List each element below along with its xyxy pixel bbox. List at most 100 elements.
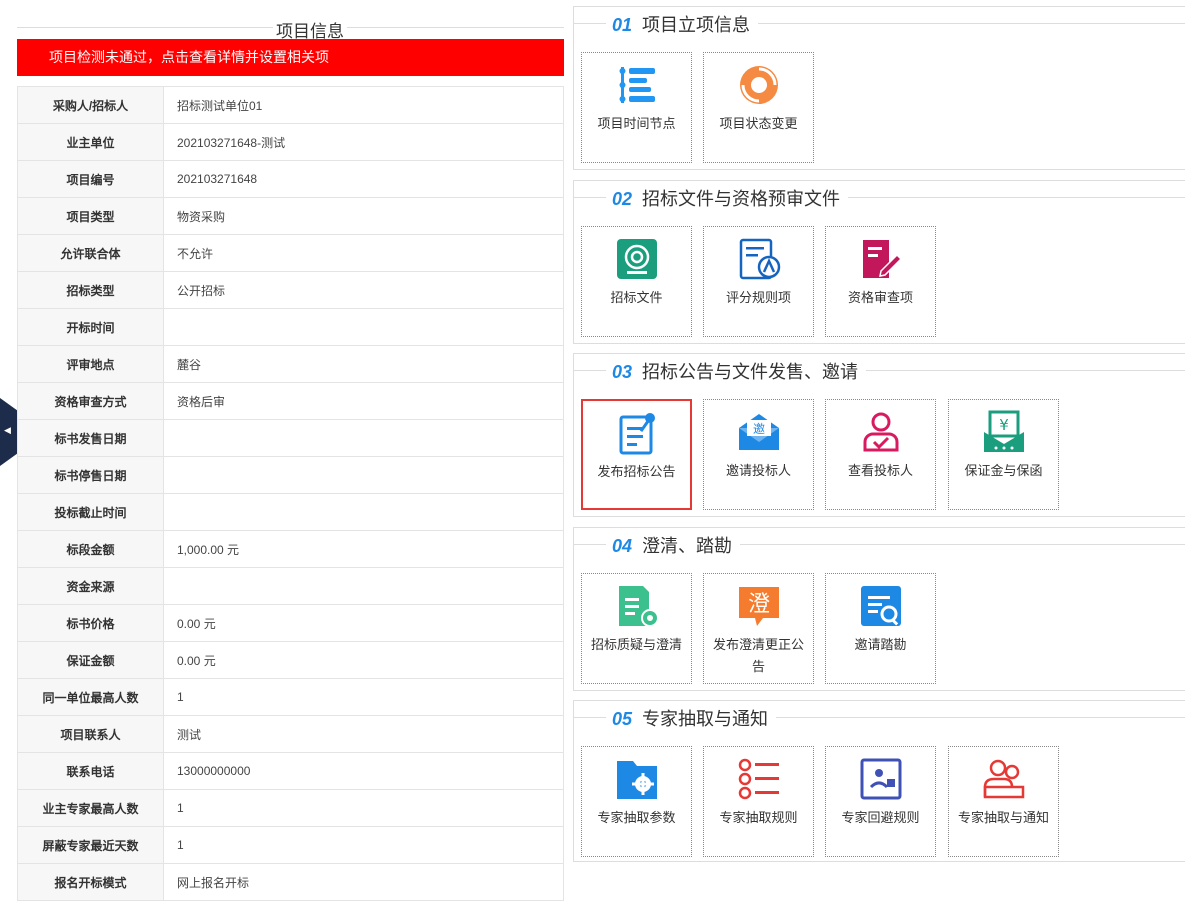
info-value: 1: [163, 826, 564, 864]
info-value: 13000000000: [163, 752, 564, 790]
scoring-rules-icon: [737, 237, 781, 281]
tile-label: 专家抽取参数: [597, 810, 676, 825]
list-rules-icon: [737, 757, 781, 801]
svg-text:澄: 澄: [748, 592, 770, 617]
tile-publish-notice[interactable]: 发布招标公告: [581, 399, 692, 510]
info-label: 招标类型: [17, 271, 164, 309]
info-value: 招标测试单位01: [163, 86, 564, 124]
info-row: 开标时间: [17, 308, 564, 346]
tile-label: 项目时间节点: [597, 116, 676, 131]
info-label: 联系电话: [17, 752, 164, 790]
info-label: 开标时间: [17, 308, 164, 346]
info-value: 202103271648-测试: [163, 123, 564, 161]
section-header: 04 澄清、踏勘: [574, 528, 1185, 562]
info-label: 标书发售日期: [17, 419, 164, 457]
tile-invite-envelope[interactable]: 邀邀请投标人: [703, 399, 814, 510]
check-failed-alert[interactable]: 项目检测未通过，点击查看详情并设置相关项: [17, 39, 564, 76]
info-value: [163, 456, 564, 494]
tile-label: 保证金与保函: [964, 463, 1043, 478]
info-value: 1,000.00 元: [163, 530, 564, 568]
section-02: 02 招标文件与资格预审文件 招标文件 评分规则项 资格审查项: [573, 180, 1185, 344]
info-value: 1: [163, 678, 564, 716]
publish-notice-icon: [616, 411, 660, 455]
tile-label: 专家抽取与通知: [957, 810, 1049, 825]
view-bidder-icon: [859, 410, 903, 454]
info-label: 项目编号: [17, 160, 164, 198]
tile-target-doc[interactable]: 招标文件: [581, 226, 692, 337]
tile-avoid-rules[interactable]: 专家回避规则: [825, 746, 936, 857]
section-title: 澄清、踏勘: [642, 536, 733, 556]
tile-label: 评分规则项: [725, 290, 791, 305]
section-04: 04 澄清、踏勘招标质疑与澄清 澄发布澄清更正公告邀请踏勘: [573, 527, 1185, 691]
section-header: 01 项目立项信息: [574, 7, 1185, 41]
section-number: 05: [612, 709, 633, 729]
tile-folder-gear[interactable]: 专家抽取参数: [581, 746, 692, 857]
info-label: 标书价格: [17, 604, 164, 642]
tile-label: 查看投标人: [847, 463, 913, 478]
tile-qualification-review[interactable]: 资格审查项: [825, 226, 936, 337]
deposit-icon: ¥: [982, 410, 1026, 454]
qualification-review-icon: [859, 237, 903, 281]
site-survey-icon: [859, 584, 903, 628]
info-row: 评审地点 麓谷: [17, 345, 564, 383]
info-label: 允许联合体: [17, 234, 164, 272]
info-value: 0.00 元: [163, 641, 564, 679]
info-row: 项目类型 物资采购: [17, 197, 564, 235]
tile-list-rules[interactable]: 专家抽取规则: [703, 746, 814, 857]
tile-expert-group[interactable]: 专家抽取与通知: [948, 746, 1059, 857]
tile-timeline[interactable]: 项目时间节点: [581, 52, 692, 163]
info-label: 采购人/招标人: [17, 86, 164, 124]
info-value: [163, 493, 564, 531]
info-label: 报名开标模式: [17, 863, 164, 901]
info-row: 同一单位最高人数 1: [17, 678, 564, 716]
info-row: 项目编号 202103271648: [17, 160, 564, 198]
info-row: 标段金额 1,000.00 元: [17, 530, 564, 568]
tile-label: 招标质疑与澄清: [590, 637, 682, 652]
tile-deposit[interactable]: ¥ 保证金与保函: [948, 399, 1059, 510]
section-03: 03 招标公告与文件发售、邀请发布招标公告 邀邀请投标人查看投标人 ¥ 保证金与保函: [573, 353, 1185, 517]
project-info-header: 项目信息: [17, 0, 564, 42]
svg-text:邀: 邀: [753, 421, 765, 436]
folder-gear-icon: [615, 757, 659, 801]
info-label: 标书停售日期: [17, 456, 164, 494]
info-value: 公开招标: [163, 271, 564, 309]
query-clarify-icon: [615, 584, 659, 628]
tile-site-survey[interactable]: 邀请踏勘: [825, 573, 936, 684]
info-label: 投标截止时间: [17, 493, 164, 531]
status-change-icon: [737, 63, 781, 107]
section-number: 03: [612, 362, 633, 382]
info-row: 保证金额 0.00 元: [17, 641, 564, 679]
info-row: 报名开标模式 网上报名开标: [17, 863, 564, 901]
tile-status-change[interactable]: 项目状态变更: [703, 52, 814, 163]
info-label: 保证金额: [17, 641, 164, 679]
info-row: 标书价格 0.00 元: [17, 604, 564, 642]
info-row: 业主专家最高人数 1: [17, 789, 564, 827]
tile-clarify-notice[interactable]: 澄发布澄清更正公告: [703, 573, 814, 684]
caret-left-icon: ◀: [4, 425, 11, 435]
info-row: 标书停售日期: [17, 456, 564, 494]
tile-view-bidder[interactable]: 查看投标人: [825, 399, 936, 510]
info-value: 网上报名开标: [163, 863, 564, 901]
info-value: 0.00 元: [163, 604, 564, 642]
tile-scoring-rules[interactable]: 评分规则项: [703, 226, 814, 337]
info-label: 业主专家最高人数: [17, 789, 164, 827]
section-05: 05 专家抽取与通知 专家抽取参数 专家抽取规则 专家回避规则 专家抽取与通知: [573, 700, 1185, 862]
avoid-rules-icon: [859, 757, 903, 801]
info-row: 标书发售日期: [17, 419, 564, 457]
info-label: 评审地点: [17, 345, 164, 383]
sidebar-collapse-tab[interactable]: ◀: [0, 398, 17, 466]
tile-label: 邀请踏勘: [854, 637, 907, 652]
info-label: 标段金额: [17, 530, 164, 568]
tile-query-clarify[interactable]: 招标质疑与澄清: [581, 573, 692, 684]
info-row: 资金来源: [17, 567, 564, 605]
timeline-icon: [615, 63, 659, 107]
tile-label: 项目状态变更: [719, 116, 798, 131]
info-row: 项目联系人 测试: [17, 715, 564, 753]
tile-label: 发布招标公告: [597, 464, 676, 479]
tile-label: 招标文件: [610, 290, 663, 305]
section-title: 招标公告与文件发售、邀请: [642, 362, 859, 382]
info-value: [163, 567, 564, 605]
info-value: 麓谷: [163, 345, 564, 383]
info-label: 屏蔽专家最近天数: [17, 826, 164, 864]
svg-text:¥: ¥: [999, 416, 1009, 434]
